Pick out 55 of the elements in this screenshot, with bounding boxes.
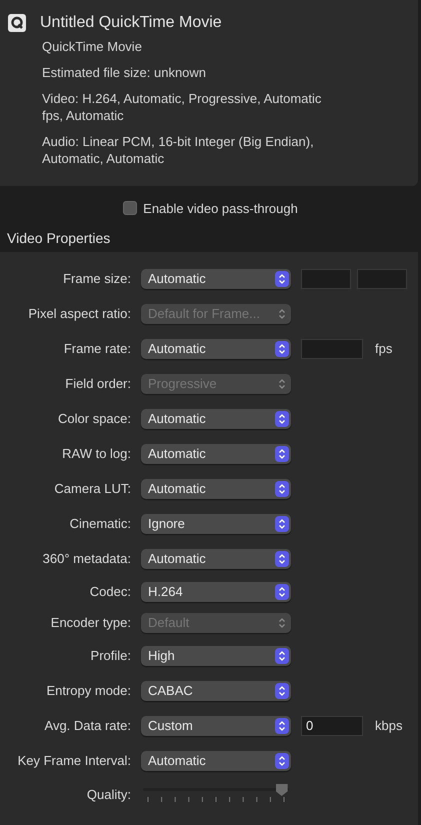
checkbox[interactable] <box>123 201 138 215</box>
field-label: RAW to log: <box>61 446 131 461</box>
field-label: Avg. Data rate: <box>44 718 131 733</box>
popup-menu[interactable]: Automatic <box>141 548 291 568</box>
popup-menu[interactable]: Automatic <box>141 478 291 498</box>
stepper-icon <box>275 340 289 356</box>
summary-text: Estimated file size: unknown <box>42 64 208 81</box>
field-label: Quality: <box>86 786 131 802</box>
stepper-icon <box>275 516 289 532</box>
field-label: Pixel aspect ratio: <box>27 306 131 321</box>
stepper-icon <box>275 446 289 462</box>
app-icon <box>8 14 26 32</box>
popup-menu[interactable]: Automatic <box>141 268 291 288</box>
field-label: Frame rate: <box>62 341 131 356</box>
input-field[interactable]: 0 <box>301 716 363 736</box>
stepper-icon <box>275 682 289 698</box>
field-label: Camera LUT: <box>53 481 131 496</box>
field-label: Color space: <box>57 411 131 426</box>
field-label: Codec: <box>88 584 131 599</box>
unit-label: kbps <box>375 718 402 733</box>
popup-menu[interactable]: Ignore <box>141 514 291 534</box>
section-title: Video Properties <box>6 230 112 248</box>
field-label: Encoder type: <box>50 615 131 630</box>
input-field[interactable] <box>301 338 363 358</box>
popup-menu[interactable]: Automatic <box>141 750 291 770</box>
unit-label: fps <box>375 341 392 356</box>
input-field[interactable] <box>357 268 407 288</box>
stepper-icon <box>275 648 289 664</box>
summary-text: Audio: Linear PCM, 16-bit Integer (Big Endian), Automatic, Automatic <box>42 133 315 167</box>
checkbox-label: Enable video pass-through <box>143 200 298 216</box>
field-label: 360° metadata: <box>42 551 131 566</box>
stepper-icon <box>275 480 289 496</box>
stepper-icon <box>275 752 289 768</box>
stepper-icon <box>275 410 289 426</box>
field-label: Cinematic: <box>68 516 131 531</box>
popup-menu[interactable]: CABAC <box>141 680 291 700</box>
field-label: Profile: <box>90 648 131 663</box>
popup-menu[interactable]: Automatic <box>141 338 291 358</box>
field-label: Field order: <box>64 376 131 391</box>
movie-title: Untitled QuickTime Movie <box>40 14 222 32</box>
field-label: Entropy mode: <box>45 683 131 698</box>
stepper-icon <box>275 270 289 286</box>
popup-menu[interactable]: High <box>141 646 291 666</box>
stepper-icon <box>275 584 289 600</box>
input-field[interactable] <box>301 268 351 288</box>
popup-menu[interactable]: H.264 <box>141 582 291 602</box>
field-label: Key Frame Interval: <box>16 753 131 768</box>
stepper-icon <box>275 718 289 734</box>
popup-menu[interactable]: Automatic <box>141 444 291 464</box>
summary-text: QuickTime Movie <box>42 38 143 55</box>
field-label: Frame size: <box>62 271 131 286</box>
popup-menu[interactable]: Custom <box>141 716 291 736</box>
stepper-icon <box>275 550 289 566</box>
summary-text: Video: H.264, Automatic, Progressive, Automatic fps, Automatic <box>42 90 322 124</box>
popup-menu[interactable]: Automatic <box>141 408 291 428</box>
